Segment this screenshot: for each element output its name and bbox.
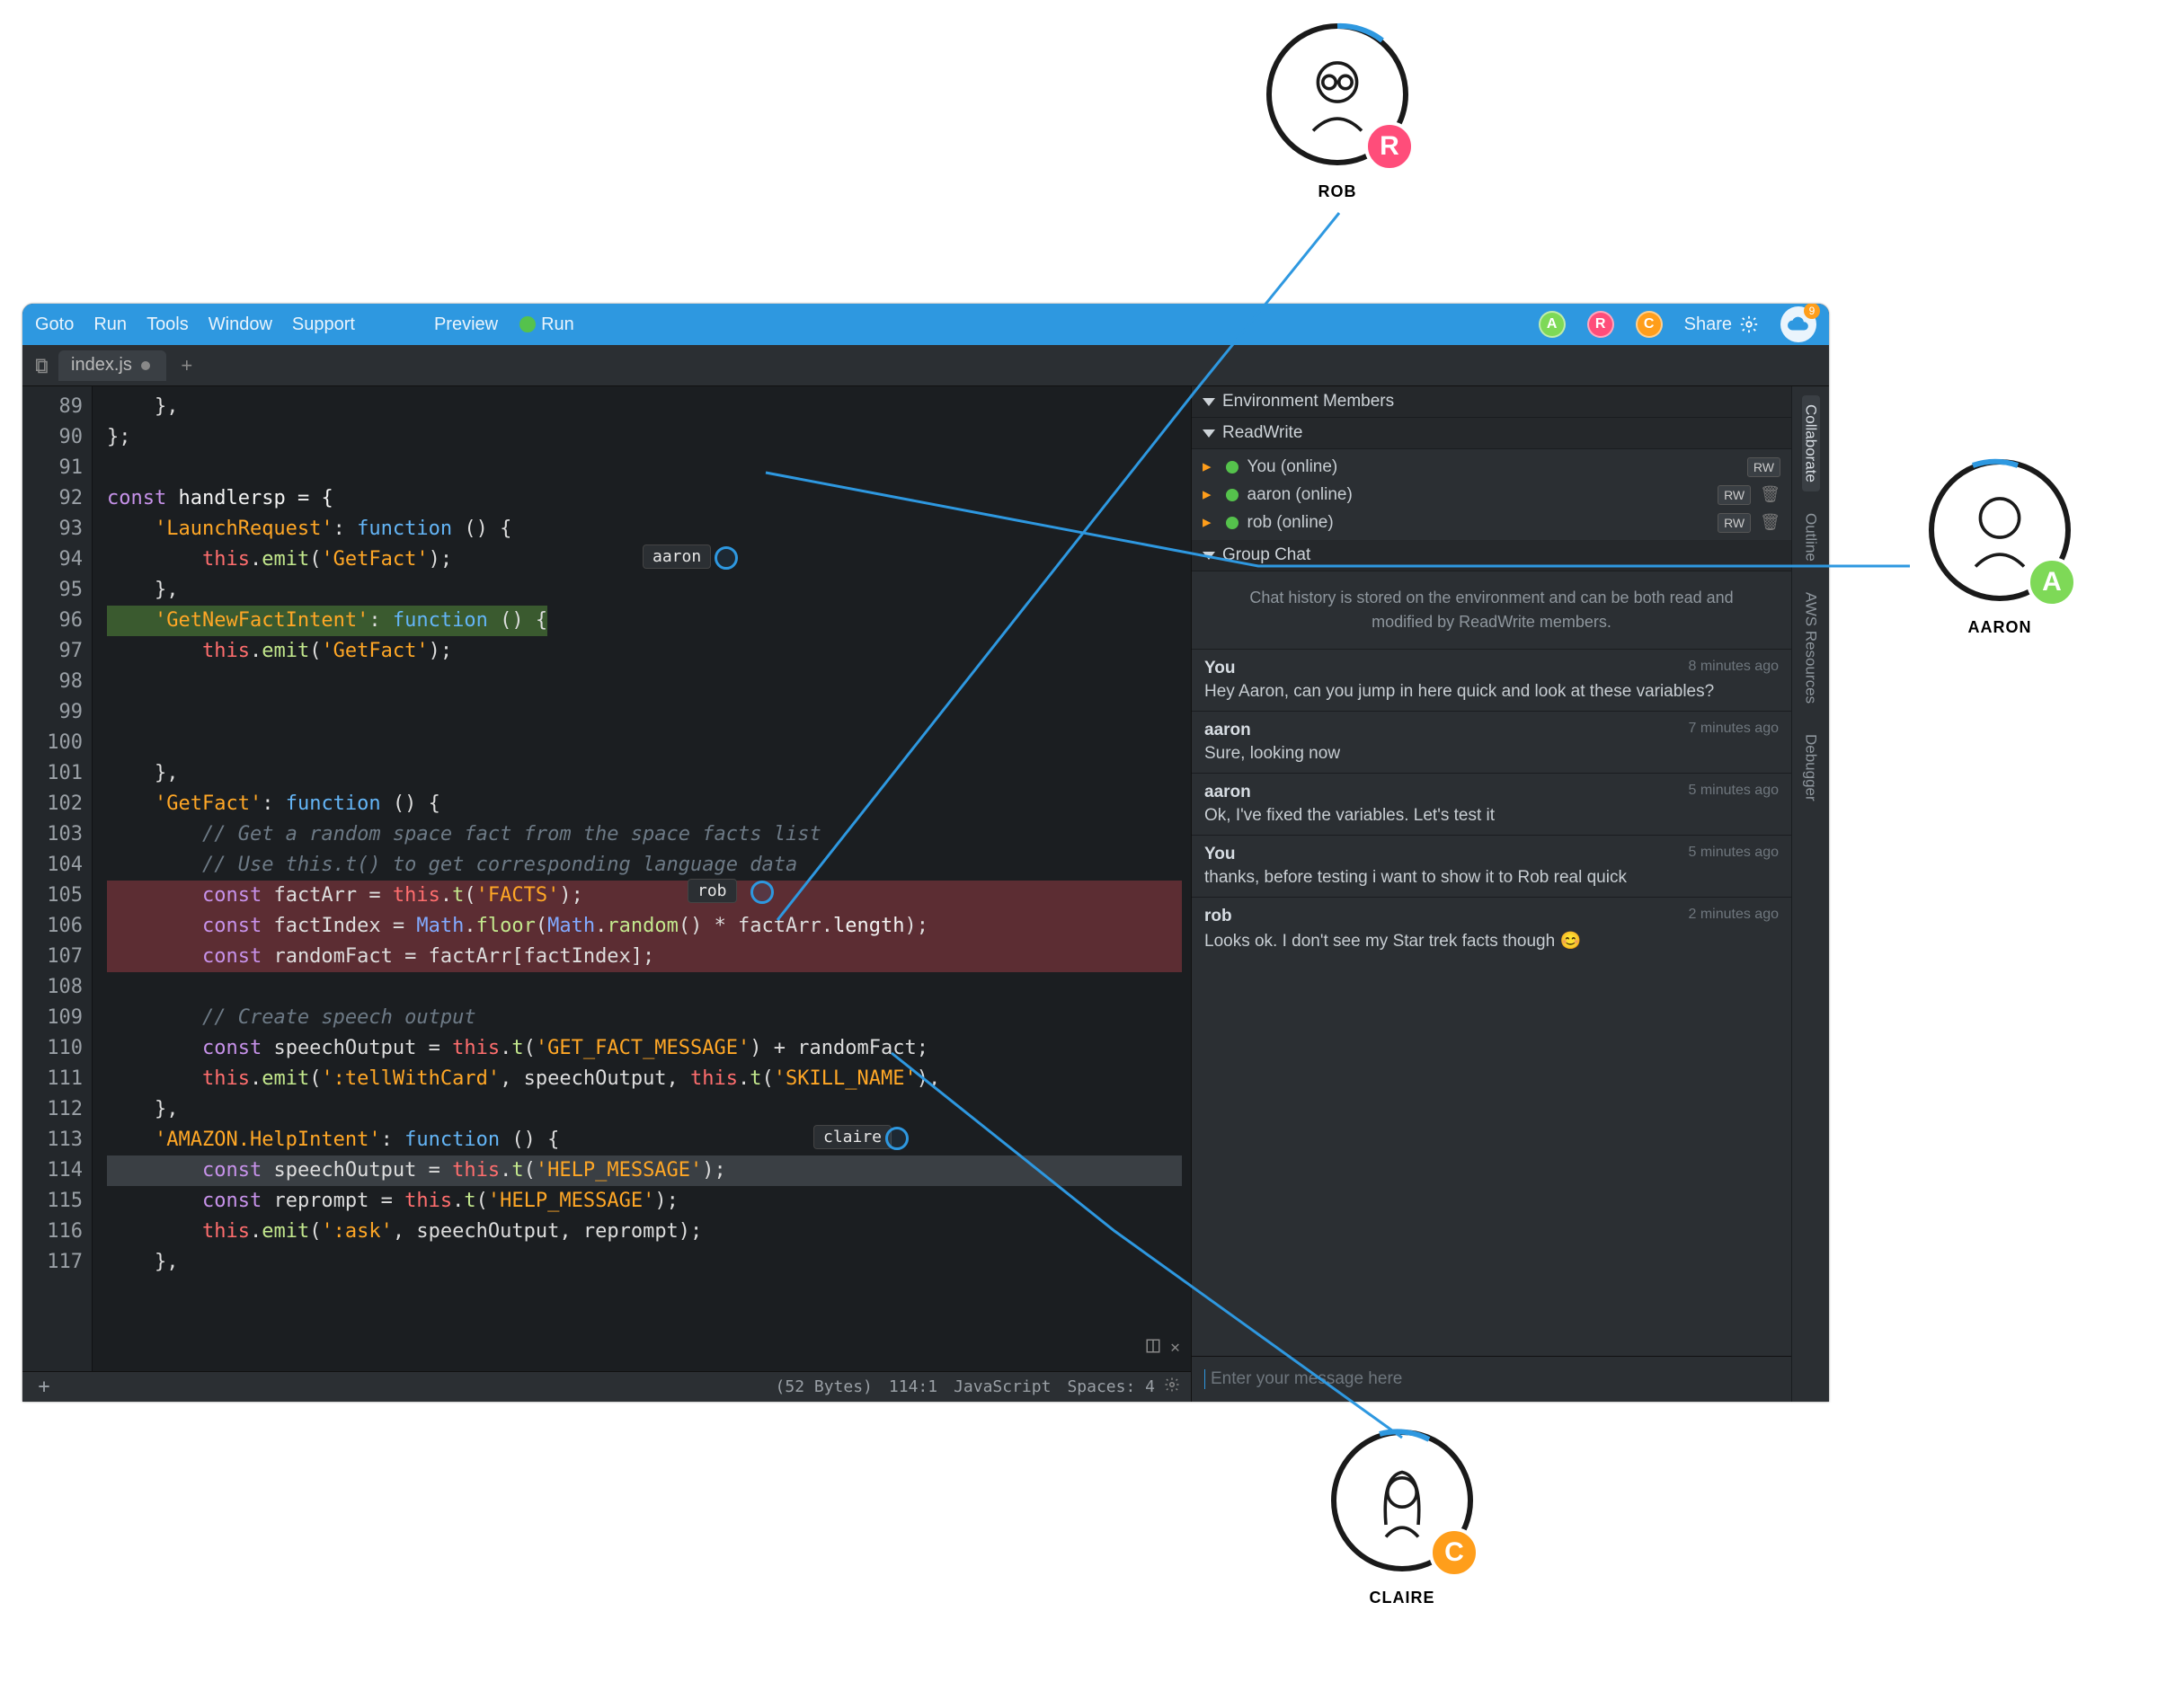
user-pill-r[interactable]: R xyxy=(1587,311,1614,338)
new-tab-button[interactable]: + xyxy=(172,350,202,381)
dock-aws[interactable]: AWS Resources xyxy=(1802,583,1820,713)
ide-window: Goto Run Tools Window Support Preview Ru… xyxy=(22,304,1829,1402)
chat-message: rob2 minutes agoLooks ok. I don't see my… xyxy=(1192,897,1791,961)
split-icon[interactable] xyxy=(1145,1338,1161,1359)
main-menu: Goto Run Tools Window Support xyxy=(35,314,355,335)
menu-support[interactable]: Support xyxy=(292,314,355,335)
cursor-tag-rob: rob xyxy=(688,879,737,903)
close-panel-icon[interactable]: ✕ xyxy=(1170,1338,1180,1359)
chat-message: aaron5 minutes agoOk, I've fixed the var… xyxy=(1192,773,1791,835)
statusbar-add[interactable]: + xyxy=(33,1376,55,1398)
file-tab[interactable]: index.js xyxy=(58,350,166,381)
collaborate-panel: Environment Members ReadWrite ▸You (onli… xyxy=(1191,386,1829,1402)
statusbar: + (52 Bytes) 114:1 JavaScript Spaces: 4 … xyxy=(22,1371,1191,1402)
cursor-ring-aaron xyxy=(715,546,738,570)
section-env-members[interactable]: Environment Members xyxy=(1192,386,1791,418)
cloud-icon[interactable]: 9 xyxy=(1780,306,1816,342)
member-row[interactable]: ▸You (online)RW xyxy=(1192,453,1791,481)
avatar-rob: R ROB xyxy=(1247,22,1427,201)
avatar-claire: C CLAIRE xyxy=(1312,1429,1492,1607)
share-button[interactable]: Share xyxy=(1684,314,1759,335)
cursor-tag-aaron: aaron xyxy=(643,544,711,569)
cursor-tag-claire: claire xyxy=(813,1125,892,1149)
section-group-chat[interactable]: Group Chat xyxy=(1192,540,1791,571)
chat-message: aaron7 minutes agoSure, looking now xyxy=(1192,711,1791,773)
chat-input[interactable]: Enter your message here xyxy=(1192,1356,1791,1402)
member-row[interactable]: ▸aaron (online)RW🗑 xyxy=(1192,481,1791,509)
gear-icon xyxy=(1739,314,1759,334)
member-row[interactable]: ▸rob (online)RW🗑 xyxy=(1192,509,1791,536)
menu-run[interactable]: Run xyxy=(93,314,127,335)
dock-collaborate[interactable]: Collaborate xyxy=(1802,395,1820,491)
chat-message: You8 minutes agoHey Aaron, can you jump … xyxy=(1192,649,1791,711)
user-pill-a[interactable]: A xyxy=(1539,311,1566,338)
status-gear-icon[interactable] xyxy=(1164,1377,1180,1397)
dock-outline[interactable]: Outline xyxy=(1802,504,1820,571)
menu-window[interactable]: Window xyxy=(209,314,272,335)
gutter: 8990919293949596979899100101102103104105… xyxy=(22,386,93,1371)
file-tab-label: index.js xyxy=(71,355,132,376)
chat-history-note: Chat history is stored on the environmen… xyxy=(1192,571,1791,649)
chat-message: You5 minutes agothanks, before testing i… xyxy=(1192,835,1791,897)
preview-button[interactable]: Preview xyxy=(434,314,498,335)
menu-tools[interactable]: Tools xyxy=(146,314,189,335)
badge-a: A xyxy=(2027,557,2077,607)
dock: Collaborate Outline AWS Resources Debugg… xyxy=(1791,386,1829,1402)
status-lang[interactable]: JavaScript xyxy=(954,1377,1051,1396)
menu-goto[interactable]: Goto xyxy=(35,314,74,335)
tab-bar: index.js + xyxy=(22,345,1829,386)
code-area[interactable]: },}; const handlersp = { 'LaunchRequest'… xyxy=(93,386,1191,1371)
cursor-ring-claire xyxy=(885,1127,909,1150)
avatar-aaron: A AARON xyxy=(1910,458,2090,637)
status-spaces[interactable]: Spaces: 4 xyxy=(1067,1377,1155,1396)
badge-r: R xyxy=(1364,121,1415,172)
run-button[interactable]: Run xyxy=(519,314,574,335)
user-pill-c[interactable]: C xyxy=(1636,311,1663,338)
status-bytes: (52 Bytes) xyxy=(776,1377,873,1396)
status-pos: 114:1 xyxy=(889,1377,937,1396)
section-readwrite[interactable]: ReadWrite xyxy=(1192,418,1791,449)
documents-icon[interactable] xyxy=(31,356,51,376)
tab-modified-dot xyxy=(141,361,150,370)
badge-c: C xyxy=(1429,1527,1479,1578)
dock-debugger[interactable]: Debugger xyxy=(1802,725,1820,810)
topbar: Goto Run Tools Window Support Preview Ru… xyxy=(22,304,1829,345)
cursor-ring-rob xyxy=(750,881,774,904)
code-editor[interactable]: 8990919293949596979899100101102103104105… xyxy=(22,386,1191,1402)
